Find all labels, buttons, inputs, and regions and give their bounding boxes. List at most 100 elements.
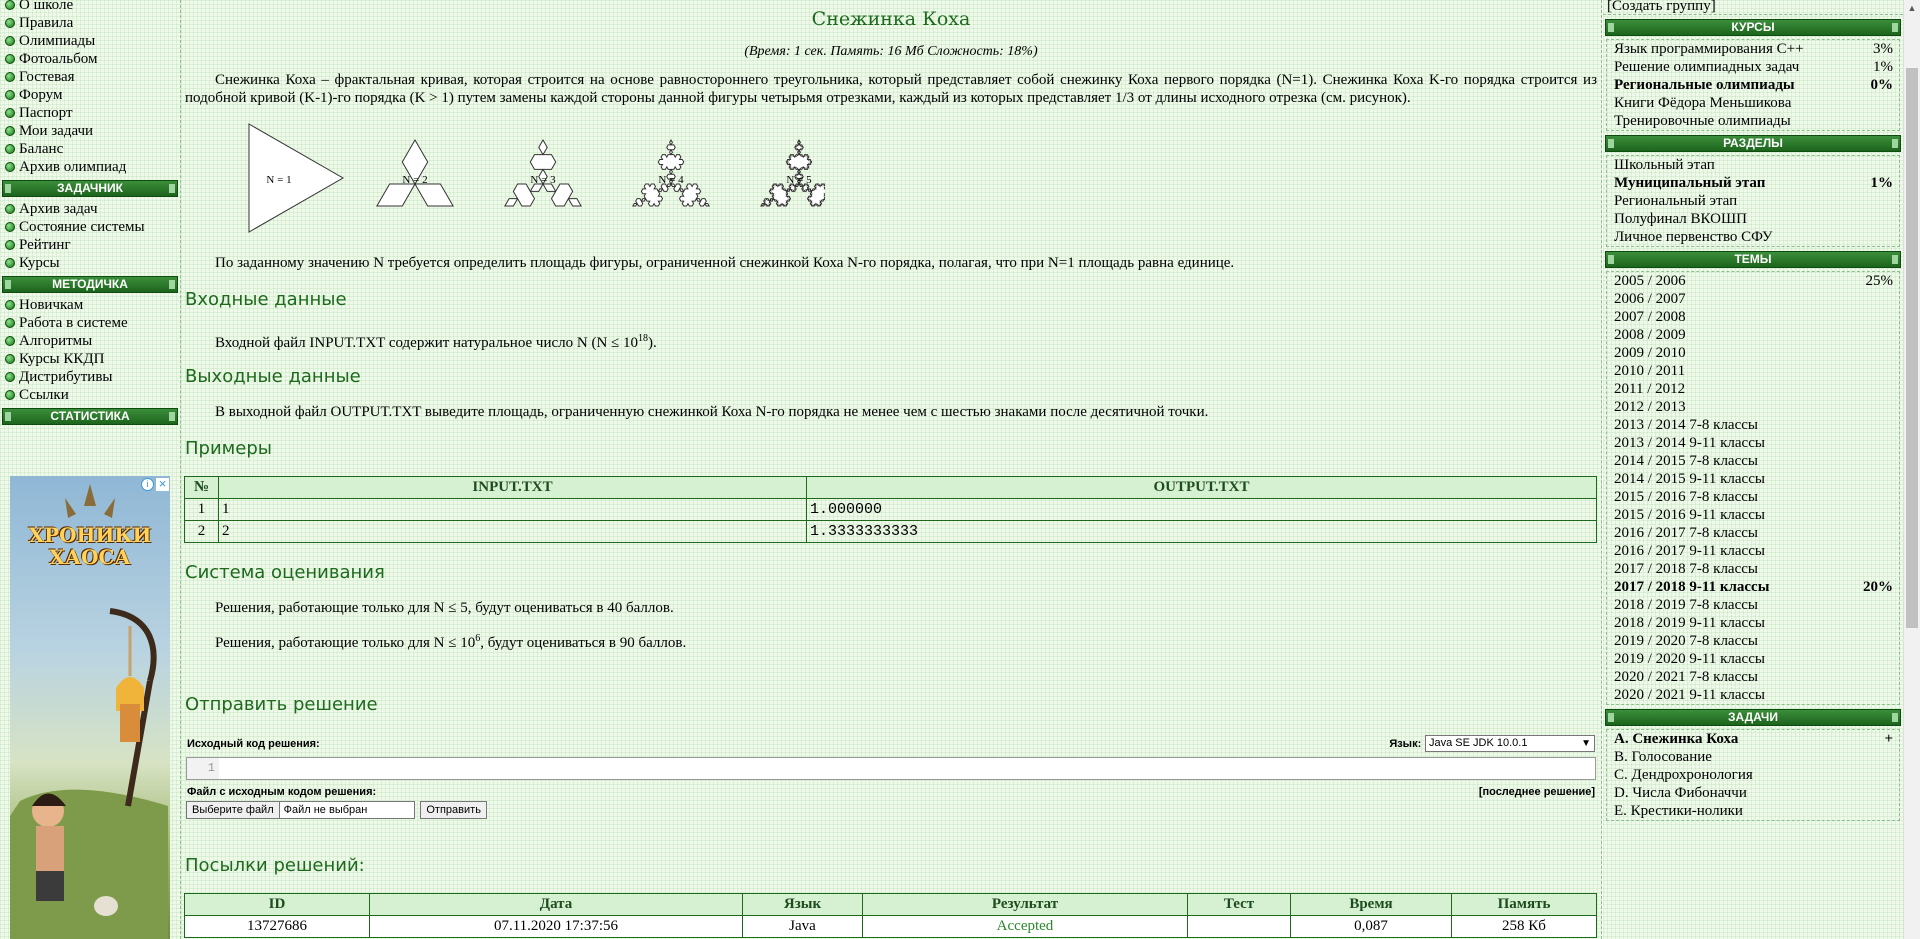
send-button[interactable]: Отправить	[420, 801, 487, 819]
theme-item-label: 2014 / 2015 9-11 классы	[1614, 471, 1765, 487]
menu-item-about[interactable]: О школе	[0, 0, 180, 14]
source-code-label: Исходный код решения:	[187, 738, 320, 750]
theme-item[interactable]: 2016 / 2017 9-11 классы	[1607, 542, 1899, 560]
menu-item-guestbook[interactable]: Гостевая	[0, 68, 180, 86]
koch-snowflake-shape	[760, 139, 838, 207]
menu-item-rules[interactable]: Правила	[0, 14, 180, 32]
task-item-label: B. Голосование	[1614, 749, 1712, 765]
task-item[interactable]: B. Голосование	[1607, 748, 1899, 766]
section-item[interactable]: Личное первенство СФУ	[1607, 228, 1899, 246]
task-item[interactable]: C. Дендрохронология	[1607, 766, 1899, 784]
language-select[interactable]: Java SE JDK 10.0.1 ▼	[1425, 735, 1595, 753]
course-item[interactable]: Язык программирования C++ 3%	[1607, 40, 1899, 58]
advertisement-banner[interactable]: i × ХРОНИКИ ХАОСА	[10, 476, 170, 939]
theme-item[interactable]: 2006 / 2007	[1607, 290, 1899, 308]
theme-item[interactable]: 2012 / 2013	[1607, 398, 1899, 416]
task-item[interactable]: A. Снежинка Коха +	[1607, 730, 1899, 748]
examples-head-input: INPUT.TXT	[218, 476, 807, 499]
koch-snowflake-shape	[376, 138, 454, 207]
course-item[interactable]: Тренировочные олимпиады	[1607, 112, 1899, 130]
koch-order-label: N = 2	[402, 174, 427, 186]
theme-item[interactable]: 2008 / 2009	[1607, 326, 1899, 344]
problem-limits: (Время: 1 сек. Память: 16 Мб Сложность: …	[744, 44, 1038, 59]
section-item[interactable]: Полуфинал ВКОШП	[1607, 210, 1899, 228]
menu-item-algorithms[interactable]: Алгоритмы	[0, 332, 180, 350]
menu-item-links[interactable]: Ссылки	[0, 386, 180, 404]
theme-item[interactable]: 2018 / 2019 7-8 классы	[1607, 596, 1899, 614]
theme-item[interactable]: 2019 / 2020 7-8 классы	[1607, 632, 1899, 650]
theme-item[interactable]: 2013 / 2014 7-8 классы	[1607, 416, 1899, 434]
theme-item-label: 2020 / 2021 9-11 классы	[1614, 687, 1765, 703]
menu-item-system-work[interactable]: Работа в системе	[0, 314, 180, 332]
menu-item-rating[interactable]: Рейтинг	[0, 236, 180, 254]
menu-item-photoalbum[interactable]: Фотоальбом	[0, 50, 180, 68]
theme-item-label: 2018 / 2019 9-11 классы	[1614, 615, 1765, 631]
theme-item[interactable]: 2017 / 2018 9-11 классы 20%	[1607, 578, 1899, 596]
course-item-label: Тренировочные олимпиады	[1614, 113, 1791, 129]
scrollbar-thumb[interactable]	[1906, 68, 1918, 628]
section-header-metodichka: МЕТОДИЧКА	[2, 276, 178, 293]
bullet-icon	[5, 300, 15, 310]
menu-item-passport[interactable]: Паспорт	[0, 104, 180, 122]
menu-item-task-archive[interactable]: Архив задач	[0, 200, 180, 218]
section-item[interactable]: Муниципальный этап 1%	[1607, 174, 1899, 192]
menu-item-newbies[interactable]: Новичкам	[0, 296, 180, 314]
language-selector: Язык: Java SE JDK 10.0.1 ▼	[1389, 735, 1595, 753]
section-item[interactable]: Региональный этап	[1607, 192, 1899, 210]
examples-title: Примеры	[185, 438, 272, 459]
theme-item[interactable]: 2014 / 2015 7-8 классы	[1607, 452, 1899, 470]
theme-item[interactable]: 2020 / 2021 9-11 классы	[1607, 686, 1899, 704]
theme-item[interactable]: 2015 / 2016 9-11 классы	[1607, 506, 1899, 524]
koch-snowflake-shape	[248, 123, 345, 233]
menu-item-system-status[interactable]: Состояние системы	[0, 218, 180, 236]
course-item[interactable]: Книги Фёдора Меньшикова	[1607, 94, 1899, 112]
section-item[interactable]: Школьный этап	[1607, 156, 1899, 174]
menu-item-balance[interactable]: Баланс	[0, 140, 180, 158]
menu-item-distributives[interactable]: Дистрибутивы	[0, 368, 180, 386]
bullet-icon	[5, 0, 15, 10]
section-item-label: Муниципальный этап	[1614, 175, 1766, 191]
chevron-down-icon: ▼	[1581, 738, 1591, 750]
scoring-title: Система оценивания	[185, 562, 385, 583]
theme-item-label: 2010 / 2011	[1614, 363, 1686, 379]
course-item[interactable]: Решение олимпиадных задач 1%	[1607, 58, 1899, 76]
menu-item-kkdp-courses[interactable]: Курсы ККДП	[0, 350, 180, 368]
theme-item[interactable]: 2017 / 2018 7-8 классы	[1607, 560, 1899, 578]
choose-file-button[interactable]: Выберите файл	[186, 801, 280, 819]
theme-item[interactable]: 2018 / 2019 9-11 классы	[1607, 614, 1899, 632]
task-item[interactable]: E. Крестики-нолики	[1607, 802, 1899, 820]
menu-item-my-tasks[interactable]: Мои задачи	[0, 122, 180, 140]
theme-item[interactable]: 2010 / 2011	[1607, 362, 1899, 380]
theme-item[interactable]: 2014 / 2015 9-11 классы	[1607, 470, 1899, 488]
theme-item[interactable]: 2013 / 2014 9-11 классы	[1607, 434, 1899, 452]
submissions-title: Посылки решений:	[185, 855, 365, 876]
koch-figure: N = 1 N = 2 N = 3 N = 4 N = 5	[225, 122, 838, 234]
theme-item[interactable]: 2011 / 2012	[1607, 380, 1899, 398]
input-title: Входные данные	[185, 289, 347, 310]
theme-item[interactable]: 2005 / 2006 25%	[1607, 272, 1899, 290]
theme-item[interactable]: 2016 / 2017 7-8 классы	[1607, 524, 1899, 542]
bullet-icon	[5, 162, 15, 172]
menu-item-olympiad-archive[interactable]: Архив олимпиад	[0, 158, 180, 176]
scrollbar[interactable]: ▲	[1903, 0, 1920, 939]
menu-item-olympiads[interactable]: Олимпиады	[0, 32, 180, 50]
course-item[interactable]: Региональные олимпиады 0%	[1607, 76, 1899, 94]
bullet-icon	[5, 240, 15, 250]
theme-item[interactable]: 2015 / 2016 7-8 классы	[1607, 488, 1899, 506]
bullet-icon	[5, 318, 15, 328]
theme-item[interactable]: 2020 / 2021 7-8 классы	[1607, 668, 1899, 686]
scroll-up-arrow[interactable]: ▲	[1904, 0, 1920, 17]
last-solution-link[interactable]: [последнее решение]	[1479, 786, 1595, 798]
theme-item[interactable]: 2007 / 2008	[1607, 308, 1899, 326]
menu-item-forum[interactable]: Форум	[0, 86, 180, 104]
table-row: 1 1 1.000000	[184, 498, 1597, 521]
theme-item-label: 2008 / 2009	[1614, 327, 1686, 343]
theme-item[interactable]: 2009 / 2010	[1607, 344, 1899, 362]
theme-item[interactable]: 2019 / 2020 9-11 классы	[1607, 650, 1899, 668]
source-code-editor[interactable]: 1	[186, 757, 1596, 780]
bullet-icon	[5, 222, 15, 232]
create-group-link[interactable]: [Создать группу]	[1603, 0, 1903, 15]
output-text: В выходной файл OUTPUT.TXT выведите площ…	[215, 404, 1209, 420]
menu-item-courses[interactable]: Курсы	[0, 254, 180, 272]
task-item[interactable]: D. Числа Фибоначчи	[1607, 784, 1899, 802]
